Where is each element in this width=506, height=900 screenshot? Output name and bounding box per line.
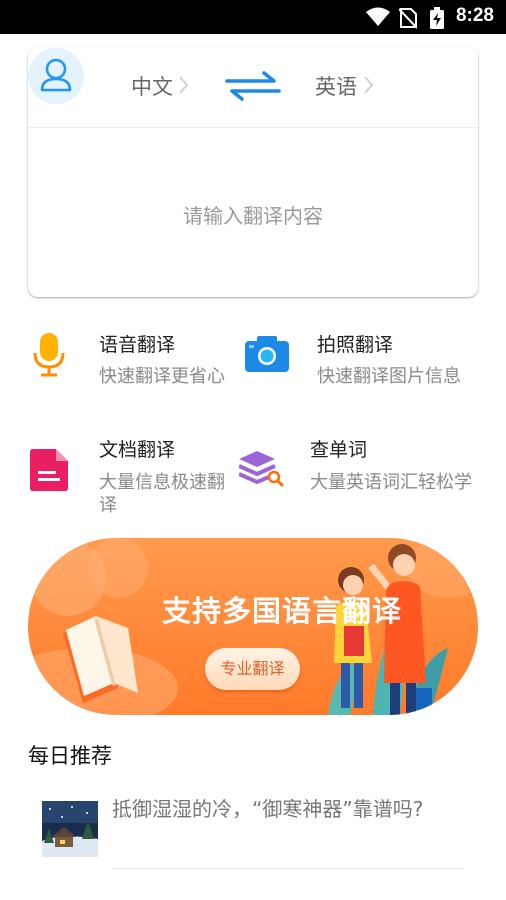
promo-banner[interactable]: 支持多国语言翻译 专业翻译 <box>28 538 478 715</box>
clock: 8:28 <box>455 5 494 26</box>
chevron-right-icon <box>364 76 374 94</box>
banner-cta-button[interactable]: 专业翻译 <box>205 648 300 690</box>
divider <box>28 127 478 128</box>
feature-title: 文档翻译 <box>99 439 176 461</box>
battery-charging-icon <box>430 7 444 29</box>
document-icon <box>30 449 68 491</box>
status-bar: 8:28 <box>0 0 506 34</box>
feature-word-lookup[interactable]: 查单词 大量英语词汇轻松学 <box>237 433 480 523</box>
section-title: 每日推荐 <box>28 744 112 768</box>
feature-voice-translate[interactable]: 语音翻译 快速翻译更省心 <box>28 328 243 398</box>
swap-arrows-icon[interactable] <box>224 71 282 101</box>
target-language-selector[interactable]: 英语 <box>315 71 357 101</box>
feature-desc: 大量英语词汇轻松学 <box>310 472 472 493</box>
wifi-icon <box>366 7 390 26</box>
winter-night-image <box>42 801 98 857</box>
news-title: 抵御湿湿的冷，“御寒神器”靠谱吗? <box>112 797 424 821</box>
feature-title: 语音翻译 <box>99 334 176 356</box>
camera-icon <box>245 336 289 372</box>
user-icon <box>40 58 72 92</box>
avatar[interactable] <box>28 48 84 104</box>
chevron-right-icon <box>179 76 189 94</box>
feature-desc: 快速翻译更省心 <box>99 366 225 387</box>
feature-desc: 大量信息极速翻译 <box>99 472 225 516</box>
feature-document-translate[interactable]: 文档翻译 大量信息极速翻译 <box>28 433 243 523</box>
no-sim-icon <box>399 8 417 29</box>
feature-title: 查单词 <box>310 439 368 461</box>
news-thumbnail <box>42 801 98 857</box>
translator-card: 中文 英语 请输入翻译内容 <box>28 47 478 297</box>
banner-title: 支持多国语言翻译 <box>162 594 403 628</box>
feature-photo-translate[interactable]: 拍照翻译 快速翻译图片信息 <box>245 328 480 398</box>
divider <box>112 868 464 869</box>
translation-input[interactable]: 请输入翻译内容 <box>28 200 478 229</box>
source-language-selector[interactable]: 中文 <box>131 71 173 101</box>
stack-search-icon <box>239 451 284 487</box>
microphone-icon <box>33 333 65 377</box>
feature-title: 拍照翻译 <box>317 334 394 356</box>
feature-desc: 快速翻译图片信息 <box>317 366 461 387</box>
